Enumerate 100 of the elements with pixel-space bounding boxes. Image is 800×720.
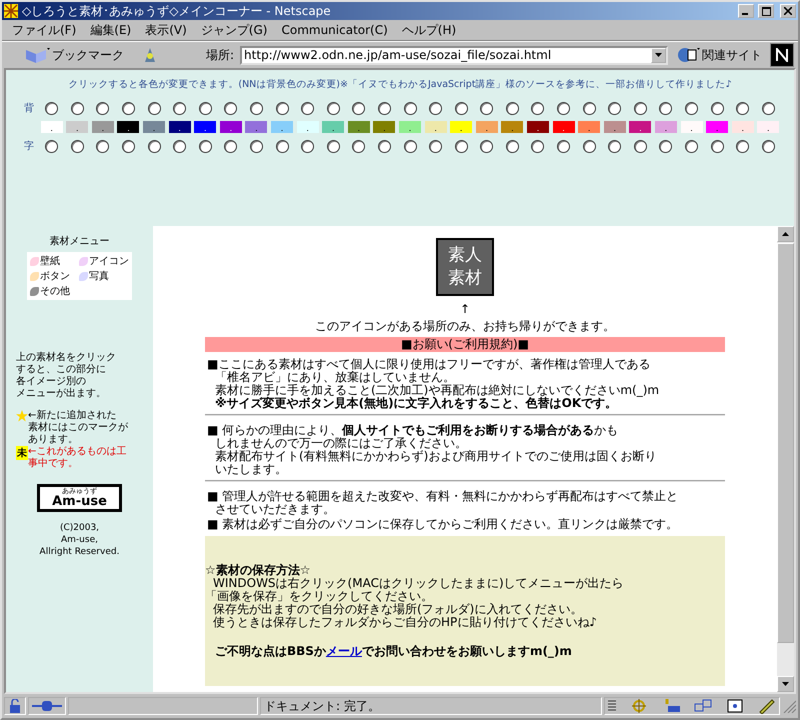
- wip-badge: 未: [16, 446, 28, 460]
- color-radio[interactable]: [480, 102, 494, 114]
- color-radio[interactable]: [454, 140, 468, 152]
- color-radio[interactable]: [404, 140, 416, 152]
- minimize-button[interactable]: [738, 4, 754, 18]
- menu-link[interactable]: その他: [30, 284, 79, 298]
- color-radio[interactable]: [122, 102, 135, 114]
- color-radio[interactable]: [659, 140, 672, 152]
- color-radio[interactable]: [506, 102, 519, 114]
- color-radio[interactable]: [276, 140, 289, 152]
- color-radio[interactable]: [70, 140, 84, 152]
- color-radio[interactable]: [506, 140, 519, 152]
- color-radio[interactable]: [608, 140, 622, 152]
- color-radio[interactable]: [224, 102, 238, 114]
- color-radio[interactable]: [148, 102, 161, 114]
- color-radio[interactable]: [250, 102, 263, 114]
- pen-icon: [758, 698, 776, 714]
- up-arrow-icon: [782, 232, 789, 236]
- color-radio[interactable]: [301, 140, 314, 152]
- new-item-note: ←新たに追加された 素材にはこのマークが あります。: [28, 410, 128, 446]
- color-radio[interactable]: [173, 140, 186, 152]
- color-radio[interactable]: [148, 140, 161, 152]
- color-radio[interactable]: [762, 102, 775, 114]
- color-radio[interactable]: [634, 140, 647, 152]
- background-row-label: 背: [24, 102, 34, 115]
- color-radio[interactable]: [250, 140, 263, 152]
- color-radio[interactable]: [557, 140, 570, 152]
- color-radio[interactable]: [198, 102, 212, 114]
- color-radio[interactable]: [659, 102, 672, 114]
- color-swatch: .: [348, 121, 370, 133]
- color-radio[interactable]: [404, 102, 416, 114]
- sidebar-title: 素材メニュー: [50, 234, 110, 248]
- wip-note: ←これがあるものは工 事中です。: [28, 446, 126, 470]
- color-radio[interactable]: [429, 102, 442, 114]
- terms-paragraph: ■ 何らかの理由により、個人サイトでもご利用をお断りする場合があるかも しれませんので万一の際にはご了承ください。 素材配布サイト(有料無料にかかわらず)および商用サイトでのご使用は固くお断り いたします。: [206, 422, 658, 478]
- dropdown-button[interactable]: [651, 48, 666, 62]
- color-radio[interactable]: [454, 102, 468, 114]
- bookmarks-button[interactable]: ブックマーク: [22, 46, 126, 64]
- color-radio[interactable]: [480, 140, 494, 152]
- color-radio[interactable]: [198, 140, 212, 152]
- color-radio[interactable]: [582, 102, 596, 114]
- maximize-button[interactable]: [758, 4, 774, 18]
- menu-item[interactable]: 表示(V): [139, 22, 193, 38]
- color-radio[interactable]: [122, 140, 135, 152]
- menu-item[interactable]: ジャンプ(G): [194, 22, 274, 38]
- color-swatch: .: [450, 121, 472, 133]
- menu-item[interactable]: ファイル(F): [6, 22, 82, 38]
- location-field[interactable]: http://www2.odn.ne.jp/am-use/sozai_file/sozai.html: [240, 46, 668, 64]
- color-radio[interactable]: [736, 102, 750, 114]
- menu-link[interactable]: アイコン: [79, 254, 129, 268]
- color-radio[interactable]: [378, 140, 391, 152]
- color-radio[interactable]: [634, 102, 647, 114]
- compass-icon: [630, 698, 648, 714]
- logo-text: Am-use: [52, 495, 107, 508]
- menu-item[interactable]: Communicator(C): [275, 23, 394, 37]
- color-radio[interactable]: [96, 140, 110, 152]
- color-radio[interactable]: [608, 102, 622, 114]
- related-sites-button[interactable]: 関連サイト: [674, 46, 764, 64]
- color-swatch: .: [117, 121, 140, 133]
- menu-item[interactable]: ヘルプ(H): [396, 22, 462, 38]
- color-radio[interactable]: [224, 140, 238, 152]
- color-radio[interactable]: [352, 102, 366, 114]
- color-swatch: .: [92, 121, 114, 133]
- color-radio[interactable]: [276, 102, 289, 114]
- color-radio[interactable]: [531, 140, 544, 152]
- scroll-up-button[interactable]: [777, 226, 794, 242]
- color-radio[interactable]: [557, 102, 570, 114]
- color-radio[interactable]: [352, 140, 366, 152]
- color-radio[interactable]: [378, 102, 391, 114]
- color-swatch: .: [194, 121, 216, 133]
- color-radio[interactable]: [710, 140, 724, 152]
- color-radio[interactable]: [685, 140, 698, 152]
- color-radio[interactable]: [429, 140, 442, 152]
- color-swatch: .: [732, 121, 754, 133]
- color-radio[interactable]: [301, 102, 314, 114]
- menu-link[interactable]: 壁紙: [30, 254, 79, 268]
- lines-icon: [608, 699, 616, 713]
- color-radio[interactable]: [736, 140, 750, 152]
- close-button[interactable]: [780, 4, 796, 18]
- mail-link[interactable]: メール: [326, 644, 362, 658]
- scroll-down-button[interactable]: [777, 676, 794, 692]
- color-radio[interactable]: [762, 140, 775, 152]
- globe-icon: [676, 46, 700, 64]
- color-radio[interactable]: [685, 102, 698, 114]
- menu-link[interactable]: ボタン: [30, 269, 79, 283]
- color-radio[interactable]: [326, 102, 340, 114]
- color-radio[interactable]: [531, 102, 544, 114]
- terms-paragraph: ■ 管理人が許せる範囲を超えた改変や、有料・無料にかかわらず再配布はすべて禁止と させていただきます。: [206, 488, 680, 518]
- menu-item[interactable]: 編集(E): [84, 22, 138, 38]
- color-radio[interactable]: [70, 102, 84, 114]
- color-radio[interactable]: [710, 102, 724, 114]
- color-radio[interactable]: [326, 140, 340, 152]
- color-radio[interactable]: [173, 102, 186, 114]
- color-swatch: .: [296, 121, 319, 133]
- color-radio[interactable]: [45, 140, 58, 152]
- letter-n-icon: [775, 48, 789, 62]
- color-radio[interactable]: [582, 140, 596, 152]
- menu-link[interactable]: 写真: [79, 269, 129, 283]
- color-radio[interactable]: [96, 102, 110, 114]
- color-radio[interactable]: [45, 102, 58, 114]
